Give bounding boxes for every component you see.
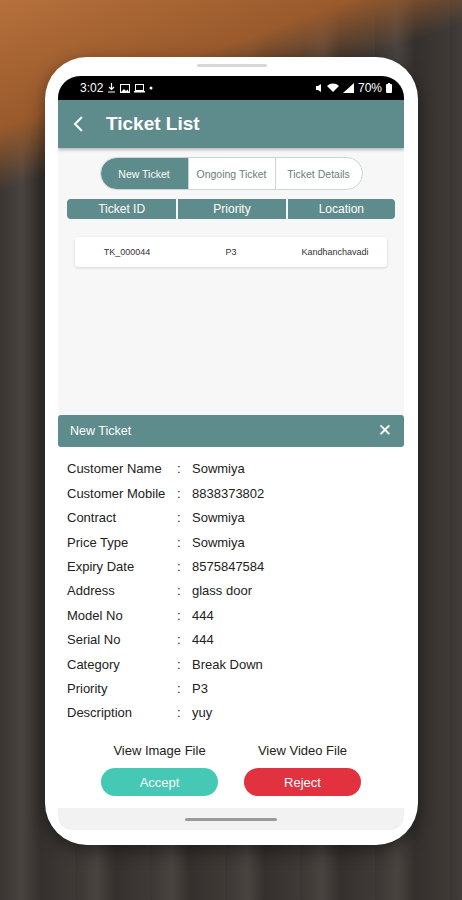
column-header: Priority xyxy=(176,199,285,219)
table-row[interactable]: TK_000044P3Kandhanchavadi xyxy=(75,237,387,267)
field-value: 8575847584 xyxy=(192,559,395,574)
file-link[interactable]: View Video File xyxy=(244,741,361,760)
field-separator: : xyxy=(177,510,192,525)
action-buttons: Accept Reject xyxy=(58,760,404,808)
field-separator: : xyxy=(177,705,192,720)
field-separator: : xyxy=(177,681,192,696)
page-title: Ticket List xyxy=(106,113,200,135)
battery-level: 70% xyxy=(358,81,382,95)
field-label: Priority xyxy=(67,681,177,696)
table-cell: Kandhanchavadi xyxy=(283,237,387,267)
field-row: Customer Name:Sowmiya xyxy=(67,457,395,481)
panel-title: New Ticket xyxy=(70,424,131,438)
table-cell: P3 xyxy=(179,237,283,267)
close-icon[interactable]: ✕ xyxy=(378,420,392,441)
field-row: Customer Mobile:8838373802 xyxy=(67,481,395,505)
app-screen: 3:0270%Ticket ListNew TicketOngoing Tick… xyxy=(58,76,404,830)
home-indicator xyxy=(185,818,277,821)
column-header: Ticket ID xyxy=(67,199,176,219)
field-value: Sowmiya xyxy=(192,461,395,476)
detail-panel: New Ticket✕Customer Name:SowmiyaCustomer… xyxy=(58,415,404,808)
table-header: Ticket IDPriorityLocation xyxy=(67,199,395,219)
empty-area xyxy=(58,267,404,415)
download-icon xyxy=(107,83,116,93)
file-link[interactable]: View Image File xyxy=(101,741,218,760)
phone-frame: 3:0270%Ticket ListNew TicketOngoing Tick… xyxy=(45,57,418,845)
table-cell: TK_000044 xyxy=(75,237,179,267)
home-strip xyxy=(58,808,404,830)
field-value: Sowmiya xyxy=(192,535,395,550)
field-value: P3 xyxy=(192,681,395,696)
field-separator: : xyxy=(177,583,192,598)
field-row: Contract:Sowmiya xyxy=(67,505,395,529)
field-value: Break Down xyxy=(192,657,395,672)
field-row: Category:Break Down xyxy=(67,652,395,676)
field-separator: : xyxy=(177,535,192,550)
field-separator: : xyxy=(177,632,192,647)
back-arrow-icon[interactable] xyxy=(72,115,84,133)
field-label: Expiry Date xyxy=(67,559,177,574)
tab-group: New TicketOngoing TicketTicket Details xyxy=(100,157,363,190)
column-header: Location xyxy=(286,199,395,219)
status-right: 70% xyxy=(315,81,392,95)
field-row: Description:yuy xyxy=(67,701,395,725)
field-list: Customer Name:SowmiyaCustomer Mobile:883… xyxy=(58,447,404,729)
field-label: Category xyxy=(67,657,177,672)
field-separator: : xyxy=(177,608,192,623)
reject-button[interactable]: Reject xyxy=(244,768,361,796)
dot-icon xyxy=(149,86,153,90)
tab[interactable]: Ticket Details xyxy=(275,158,362,189)
field-value: 444 xyxy=(192,608,395,623)
wifi-icon xyxy=(327,83,339,93)
field-label: Description xyxy=(67,705,177,720)
field-row: Serial No:444 xyxy=(67,627,395,651)
phone-speaker xyxy=(197,64,267,67)
field-value: 444 xyxy=(192,632,395,647)
signal-icon xyxy=(343,83,354,93)
tab[interactable]: New Ticket xyxy=(101,158,188,189)
field-row: Expiry Date:8575847584 xyxy=(67,554,395,578)
field-row: Model No:444 xyxy=(67,603,395,627)
battery-icon xyxy=(386,83,392,93)
field-label: Model No xyxy=(67,608,177,623)
field-separator: : xyxy=(177,486,192,501)
laptop-icon xyxy=(134,84,145,93)
field-separator: : xyxy=(177,461,192,476)
accept-button[interactable]: Accept xyxy=(101,768,218,796)
field-separator: : xyxy=(177,657,192,672)
app-header: Ticket List xyxy=(58,100,404,148)
field-row: Price Type:Sowmiya xyxy=(67,530,395,554)
field-separator: : xyxy=(177,559,192,574)
field-label: Customer Name xyxy=(67,461,177,476)
file-links: View Image File View Video File xyxy=(58,729,404,760)
status-time: 3:02 xyxy=(80,81,103,95)
field-label: Contract xyxy=(67,510,177,525)
field-value: 8838373802 xyxy=(192,486,395,501)
field-value: yuy xyxy=(192,705,395,720)
field-label: Serial No xyxy=(67,632,177,647)
field-row: Address:glass door xyxy=(67,579,395,603)
status-left: 3:02 xyxy=(80,81,153,95)
status-bar: 3:02 70% xyxy=(58,76,404,100)
field-value: Sowmiya xyxy=(192,510,395,525)
field-value: glass door xyxy=(192,583,395,598)
tab[interactable]: Ongoing Ticket xyxy=(188,158,275,189)
field-label: Customer Mobile xyxy=(67,486,177,501)
field-label: Address xyxy=(67,583,177,598)
panel-header: New Ticket ✕ xyxy=(58,415,404,447)
field-label: Price Type xyxy=(67,535,177,550)
mute-icon xyxy=(315,83,323,93)
field-row: Priority:P3 xyxy=(67,676,395,700)
tab-bar: New TicketOngoing TicketTicket Details xyxy=(58,148,404,190)
image-icon xyxy=(120,84,130,93)
